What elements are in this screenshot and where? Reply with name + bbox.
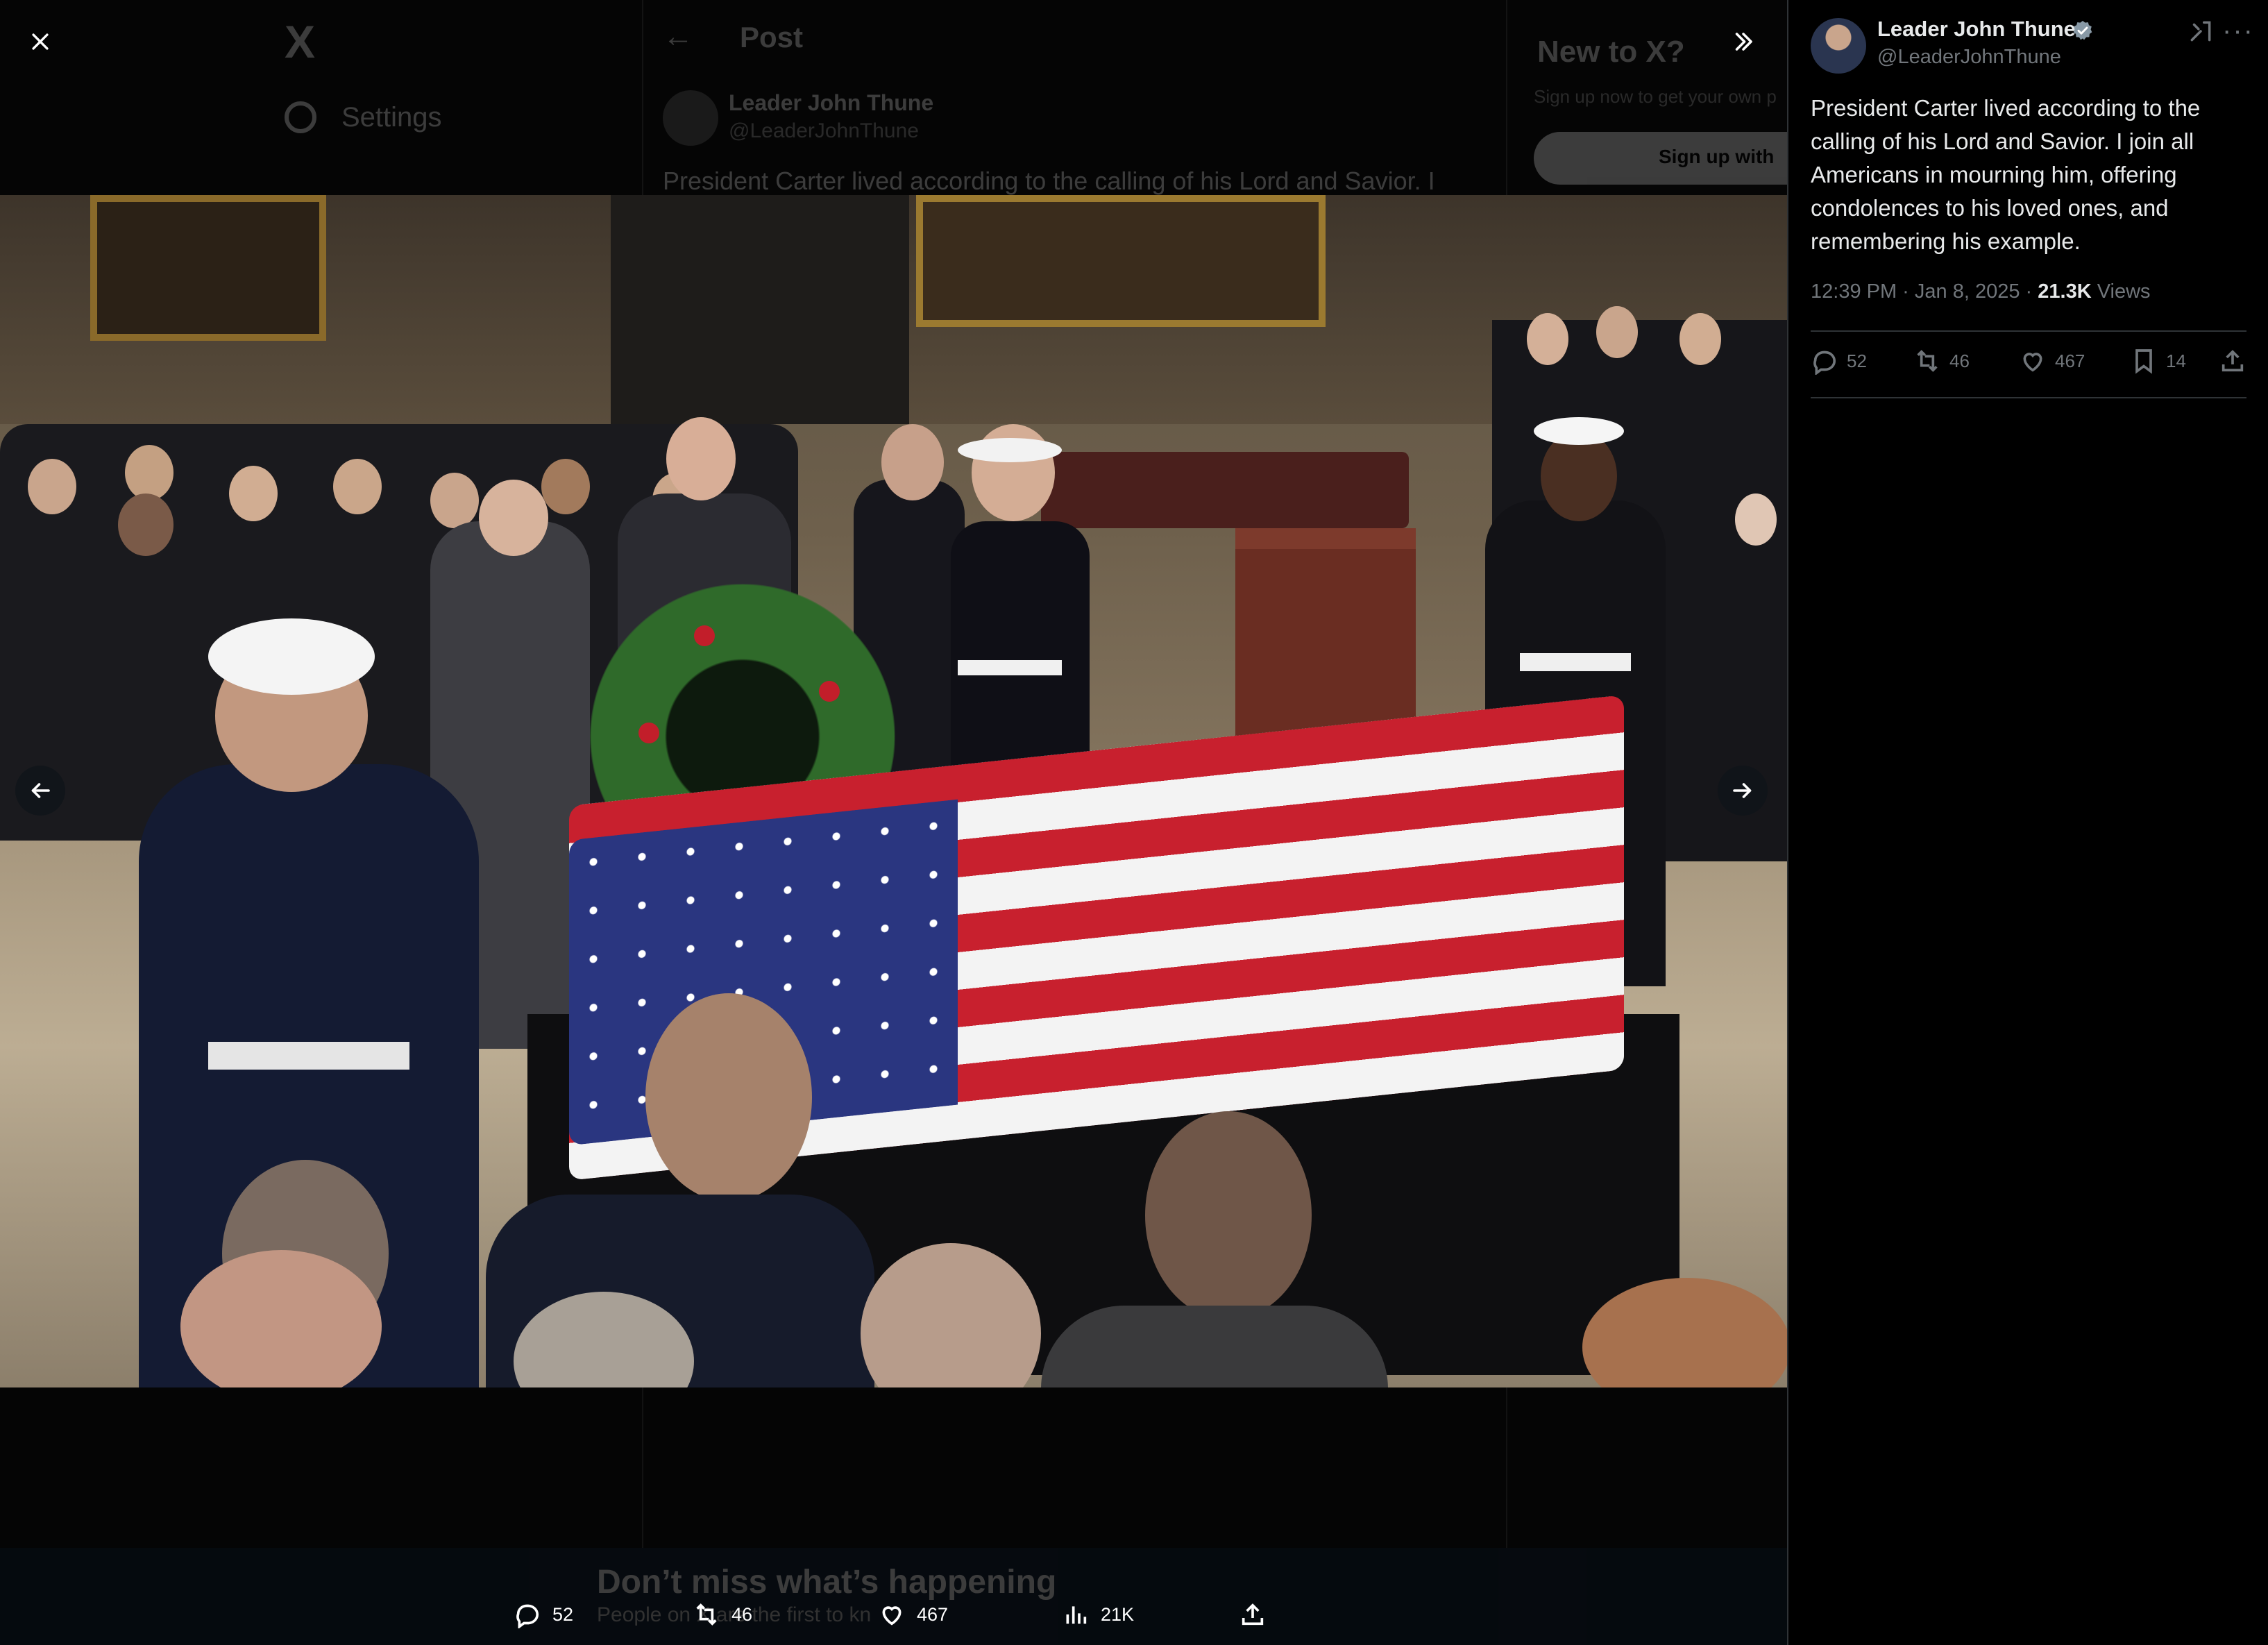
close-icon <box>32 33 49 50</box>
avatar <box>663 90 718 146</box>
repost-button[interactable]: 46 <box>693 1601 752 1628</box>
tweet-text: President Carter lived according to the … <box>1811 95 2201 254</box>
tweet-action-bar: 52 46 467 14 <box>1811 347 2246 383</box>
share-icon <box>1242 1603 1264 1626</box>
like-count: 467 <box>2055 350 2085 371</box>
tweet-preview: President Carter lived according to the … <box>663 167 1435 195</box>
tweet-meta: 12:39 PM · Jan 8, 2025 · 21.3K Views <box>1811 280 2151 303</box>
gear-icon <box>285 101 316 133</box>
views-label: Views <box>2091 280 2151 303</box>
x-logo: X <box>285 16 316 67</box>
author-name: Leader John Thune <box>729 90 934 115</box>
repost-count: 46 <box>1949 350 1970 371</box>
reply-button[interactable]: 52 <box>1811 347 1867 375</box>
app-root: X Settings ← Post Leader John Thune @Lea… <box>0 0 2268 1645</box>
bookmark-button[interactable]: 14 <box>2130 347 2186 375</box>
share-button[interactable] <box>2219 347 2246 375</box>
repost-button[interactable]: 46 <box>1913 347 1970 375</box>
grok-icon <box>2190 21 2211 42</box>
avatar[interactable] <box>1811 18 1866 74</box>
repost-count: 46 <box>731 1603 753 1625</box>
share-icon <box>2222 350 2244 372</box>
chevron-double-right-icon <box>1735 33 1752 51</box>
bookmark-count: 14 <box>2166 350 2186 371</box>
more-options-icon[interactable]: ··· <box>2222 15 2254 47</box>
arrow-right-icon <box>1733 783 1752 798</box>
heart-icon <box>882 1606 902 1626</box>
heart-icon <box>2023 353 2042 372</box>
reply-button[interactable]: 52 <box>514 1601 573 1628</box>
views-count: 21K <box>1101 1603 1135 1625</box>
bookmark-icon <box>2135 349 2152 374</box>
settings-label: Settings <box>341 101 442 133</box>
back-arrow-icon: ← <box>663 19 693 53</box>
collapse-panel-button[interactable] <box>1718 17 1768 67</box>
divider <box>1811 330 2246 332</box>
reply-count: 52 <box>552 1603 574 1625</box>
repost-icon <box>696 1603 717 1626</box>
verified-badge-icon <box>2073 21 2092 40</box>
like-button[interactable]: 467 <box>878 1601 948 1628</box>
previous-image-button[interactable] <box>15 766 65 816</box>
arrow-left-icon <box>31 783 50 798</box>
reply-count: 52 <box>1847 350 1867 371</box>
views-button[interactable]: 21K <box>1062 1601 1134 1628</box>
close-button[interactable] <box>15 17 65 67</box>
reply-icon <box>1813 351 1836 375</box>
divider <box>1811 397 2246 398</box>
repost-icon <box>1917 350 1938 372</box>
settings-nav-item: Settings <box>285 101 442 133</box>
tweet-detail-panel: Leader John Thune @LeaderJohnThune ··· P… <box>1787 0 2268 1645</box>
signup-button: Sign up with <box>1534 132 1787 185</box>
banner-title: Don’t miss what’s happening <box>597 1564 1057 1601</box>
like-button[interactable]: 467 <box>2019 347 2085 375</box>
share-button[interactable] <box>1239 1601 1267 1628</box>
viewer-action-bar: 52 46 467 21K <box>514 1598 1277 1631</box>
author-handle: @LeaderJohnThune <box>729 119 919 142</box>
header-title: Post <box>740 21 804 53</box>
like-count: 467 <box>917 1603 949 1625</box>
author-handle[interactable]: @LeaderJohnThune <box>1877 46 2061 69</box>
grok-button[interactable] <box>2187 18 2214 48</box>
analytics-icon <box>1066 1606 1087 1624</box>
reply-icon <box>516 1604 539 1628</box>
post-photo[interactable] <box>0 195 1787 1387</box>
tweet-timestamp[interactable]: 12:39 PM · Jan 8, 2025 · <box>1811 280 2038 303</box>
next-image-button[interactable] <box>1718 766 1768 816</box>
new-to-x-title: New to X? <box>1537 35 1685 69</box>
new-to-x-text: Sign up now to get your own p <box>1534 86 1777 107</box>
views-count: 21.3K <box>2038 280 2092 303</box>
author-name[interactable]: Leader John Thune <box>1877 17 2076 42</box>
media-viewer: X Settings ← Post Leader John Thune @Lea… <box>0 0 1787 1645</box>
